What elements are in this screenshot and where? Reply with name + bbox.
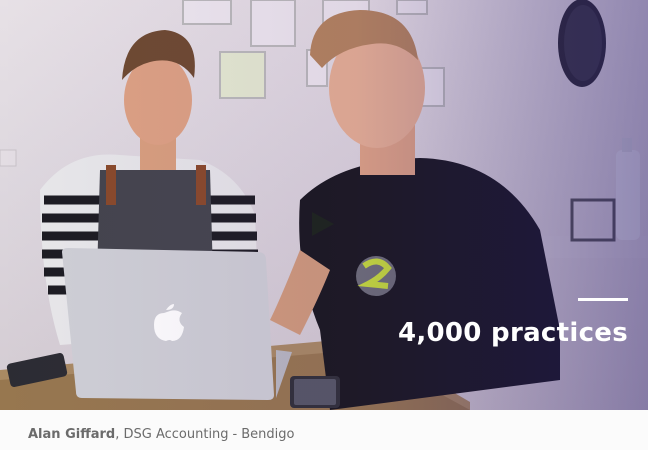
stat-headline: 4,000 practices — [397, 318, 628, 348]
testimonial-video-card: 4,000 practices Alan Giffard, DSG Accoun… — [0, 0, 648, 450]
video-player[interactable]: 4,000 practices — [0, 0, 648, 410]
video-caption: Alan Giffard, DSG Accounting - Bendigo — [28, 427, 294, 442]
caption-location: Bendigo — [241, 427, 295, 442]
caption-separator: - — [232, 427, 238, 442]
caption-company: DSG Accounting — [123, 427, 229, 442]
video-still-image — [0, 0, 648, 410]
play-icon — [312, 212, 334, 236]
stat-divider — [578, 298, 628, 301]
caption-person-name: Alan Giffard — [28, 427, 116, 442]
play-button[interactable] — [306, 208, 338, 240]
